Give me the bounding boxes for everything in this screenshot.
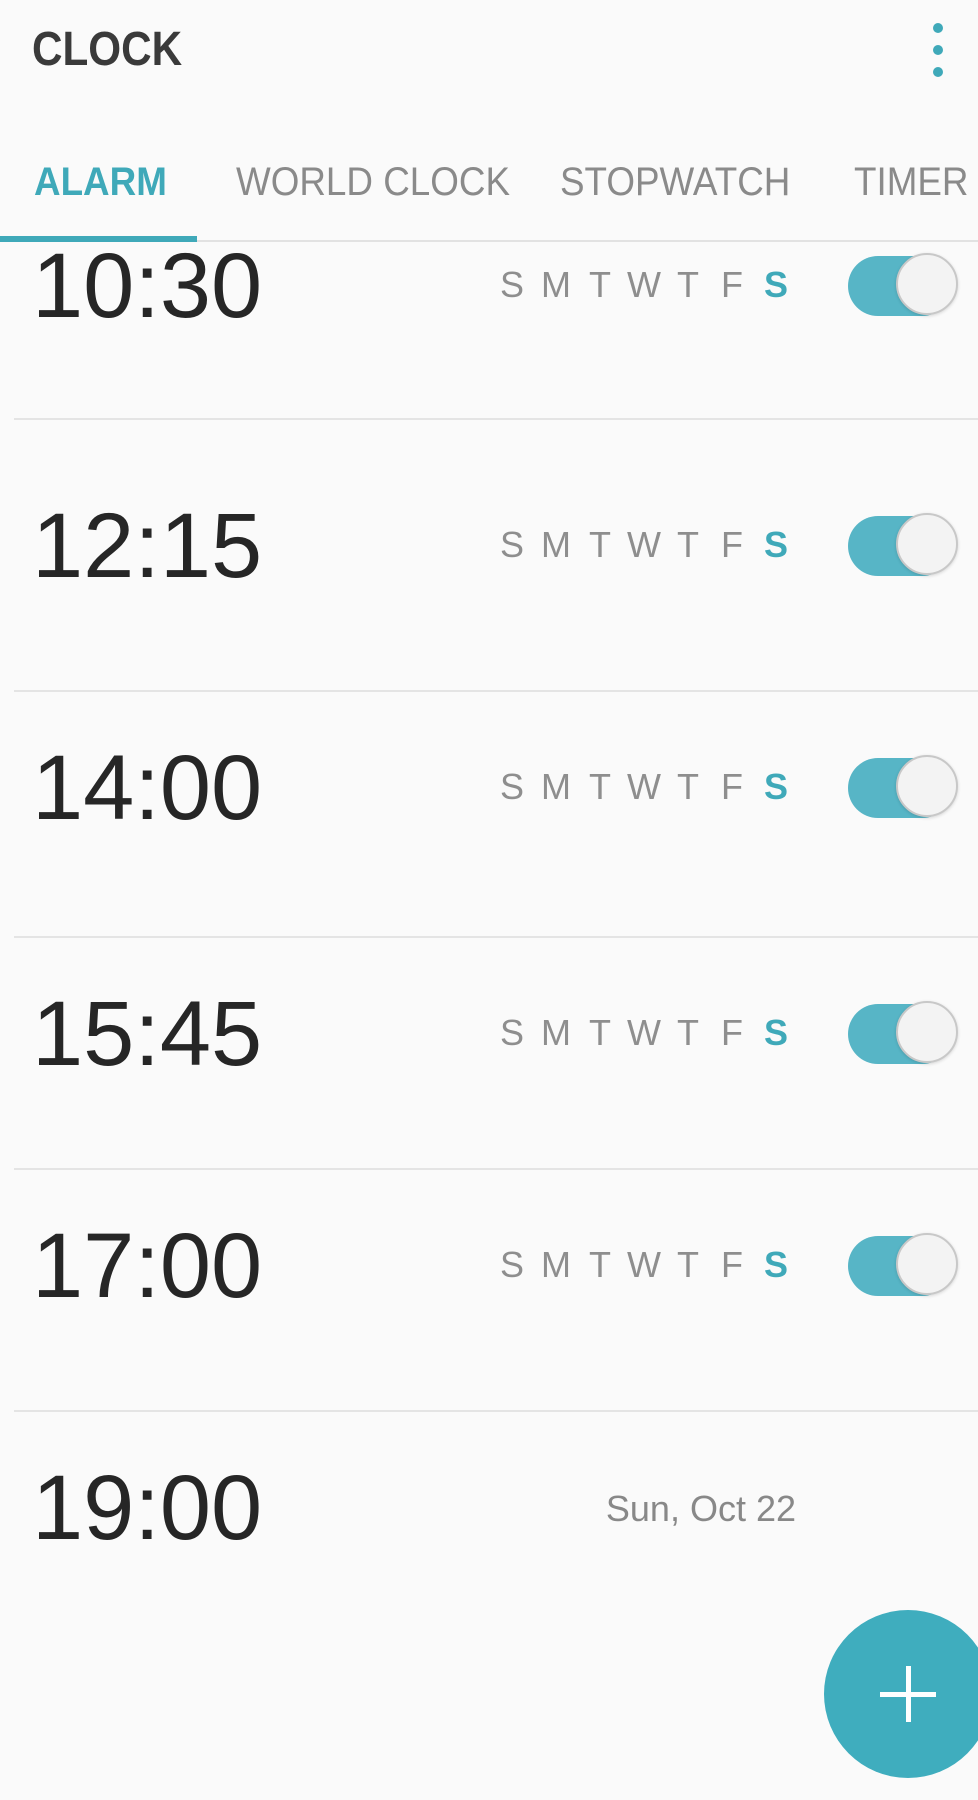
day-letter: T xyxy=(589,524,611,565)
alarm-toggle[interactable] xyxy=(848,513,958,576)
day-letter: T xyxy=(677,264,699,305)
day-letter: F xyxy=(721,1012,743,1053)
alarm-toggle[interactable] xyxy=(848,755,958,818)
day-letter: W xyxy=(627,1244,661,1285)
day-letter: S xyxy=(499,264,524,305)
alarm-repeat-days: SMTWTFS xyxy=(490,524,798,566)
day-letter: T xyxy=(589,1012,611,1053)
toggle-knob xyxy=(896,1001,958,1063)
row-divider xyxy=(14,418,978,420)
alarm-time: 10:30 xyxy=(32,235,263,337)
tab-stopwatch[interactable]: STOPWATCH xyxy=(560,160,790,205)
toggle-knob xyxy=(896,1233,958,1295)
day-letter: W xyxy=(627,766,661,807)
tab-world-clock[interactable]: WORLD CLOCK xyxy=(236,160,510,205)
alarm-row[interactable]: 10:30 S M T W T F S xyxy=(0,212,978,420)
alarm-repeat-days: SMTWTFS xyxy=(490,1244,798,1286)
day-letter: W xyxy=(627,1012,661,1053)
alarm-time: 15:45 xyxy=(32,983,263,1085)
day-letter: S xyxy=(763,1012,788,1053)
day-letter: M xyxy=(541,1012,571,1053)
alarm-date: Sun, Oct 22 xyxy=(605,1488,796,1529)
day-letter: F xyxy=(721,264,743,305)
day-letter: M xyxy=(541,766,571,807)
alarm-toggle[interactable] xyxy=(848,1001,958,1064)
alarm-row[interactable]: 17:00 S M T W T F S xyxy=(0,1170,978,1412)
day-letter: M xyxy=(541,1244,571,1285)
day-letter: F xyxy=(721,766,743,807)
alarm-repeat-days: SMTWTFS xyxy=(490,1012,798,1054)
day-letter: T xyxy=(677,524,699,565)
alarm-row[interactable]: 15:45 S M T W T F S xyxy=(0,938,978,1170)
clock-app: CLOCK ALARM WORLD CLOCK STOPWATCH TIMER … xyxy=(0,0,978,1800)
day-letter: S xyxy=(763,264,788,305)
day-letter: F xyxy=(721,524,743,565)
day-letter: F xyxy=(721,1244,743,1285)
day-letter: M xyxy=(541,524,571,565)
day-letter: T xyxy=(589,264,611,305)
day-letter: S xyxy=(499,524,524,565)
day-letter: S xyxy=(499,766,524,807)
alarm-repeat-days: SMTWTFS xyxy=(490,766,798,808)
tab-alarm[interactable]: ALARM xyxy=(34,160,167,205)
alarm-time: 12:15 xyxy=(32,495,263,597)
day-letter: T xyxy=(677,766,699,807)
add-alarm-button[interactable] xyxy=(824,1610,978,1778)
app-header: CLOCK xyxy=(0,0,978,104)
day-letter: W xyxy=(627,524,661,565)
day-letter: S xyxy=(763,524,788,565)
day-letter: M xyxy=(541,264,571,305)
day-letter: W xyxy=(627,264,661,305)
toggle-knob xyxy=(896,513,958,575)
toggle-knob xyxy=(896,755,958,817)
day-letter: S xyxy=(763,766,788,807)
alarm-toggle[interactable] xyxy=(848,1233,958,1296)
day-letter: T xyxy=(677,1012,699,1053)
day-letter: S xyxy=(499,1012,524,1053)
alarm-row[interactable]: 14:00 S M T W T F S xyxy=(0,692,978,938)
day-letter: S xyxy=(763,1244,788,1285)
app-title: CLOCK xyxy=(32,23,183,76)
day-letter: T xyxy=(677,1244,699,1285)
alarm-time: 14:00 xyxy=(32,737,263,839)
day-letter: T xyxy=(589,1244,611,1285)
day-letter: T xyxy=(589,766,611,807)
alarm-toggle[interactable] xyxy=(848,253,958,316)
toggle-knob xyxy=(896,253,958,315)
tab-timer[interactable]: TIMER xyxy=(854,160,968,205)
alarm-time: 17:00 xyxy=(32,1215,263,1317)
alarm-time: 19:00 xyxy=(32,1457,263,1559)
alarm-row[interactable]: 12:15 S M T W T F S xyxy=(0,450,978,692)
day-letter: S xyxy=(499,1244,524,1285)
alarm-repeat-days: SMTWTFS xyxy=(490,264,798,306)
more-options-button[interactable] xyxy=(916,18,960,82)
